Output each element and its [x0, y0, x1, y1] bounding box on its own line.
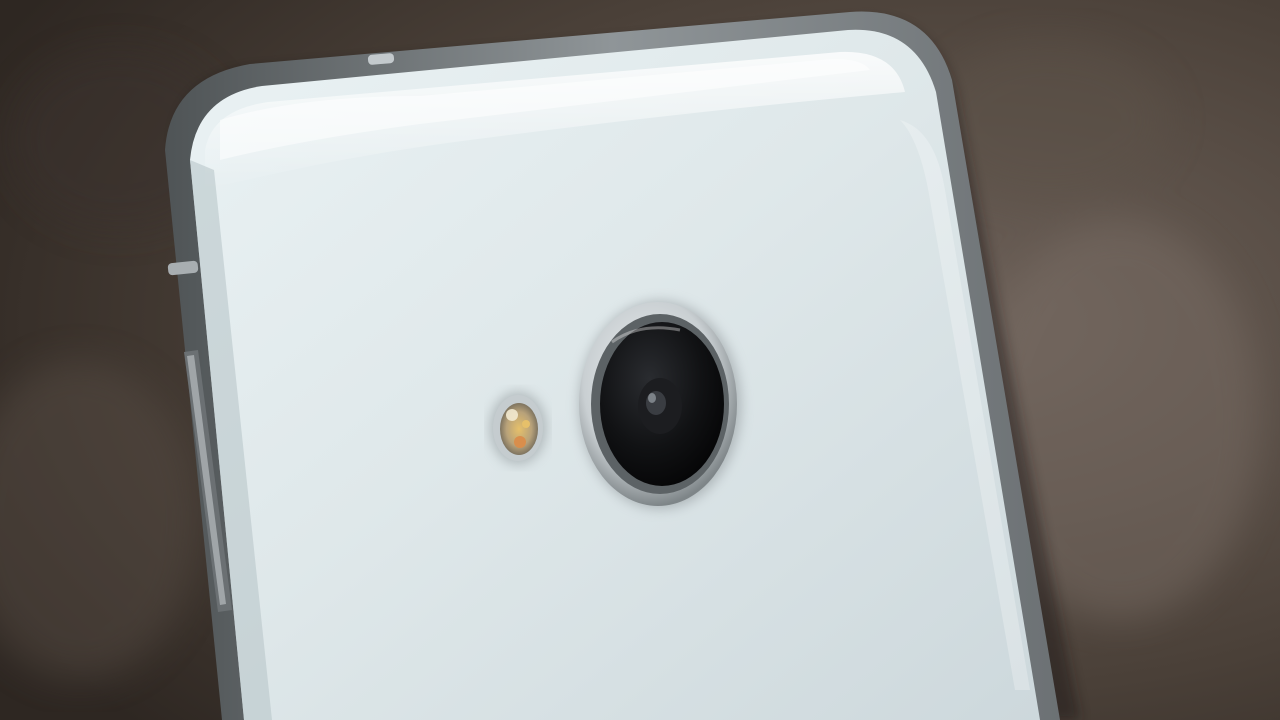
photo-canvas [0, 0, 1280, 720]
lens-reflection [648, 393, 656, 403]
flash-led-warm [514, 436, 526, 448]
flash-led-yellow [522, 420, 530, 428]
flash-led-cool [506, 409, 518, 421]
lens-center [646, 391, 666, 415]
photo-scene [0, 0, 1280, 720]
flash-led [490, 392, 546, 464]
camera-module [579, 301, 741, 509]
